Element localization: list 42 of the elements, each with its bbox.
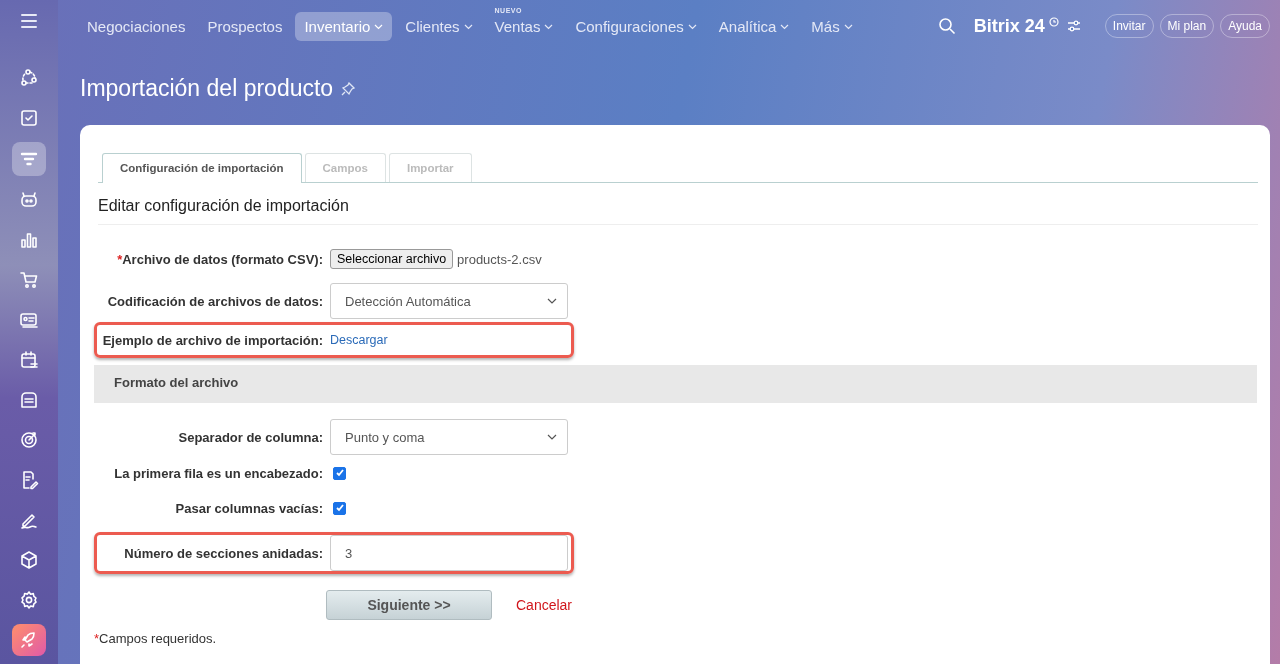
sliders-icon[interactable] xyxy=(1066,20,1081,32)
checkbox[interactable] xyxy=(333,466,346,480)
select-field[interactable]: Punto y coma xyxy=(330,419,568,455)
field-label: *Archivo de datos (formato CSV): xyxy=(116,251,324,267)
cancel-link[interactable]: Cancelar xyxy=(516,597,573,613)
download-link[interactable]: Descargar xyxy=(330,333,388,347)
funnel-icon[interactable] xyxy=(12,142,46,176)
nav-tab[interactable]: Analítica xyxy=(709,11,799,41)
nav-tab[interactable]: Inventario xyxy=(295,11,393,41)
nav-tab[interactable]: Más xyxy=(802,11,862,41)
checkbox[interactable] xyxy=(333,501,346,515)
header-button[interactable]: Ayuda xyxy=(1220,14,1270,38)
logo-text[interactable]: Bitrix 24 xyxy=(973,15,1045,37)
field-label: Pasar columnas vacías: xyxy=(174,500,324,516)
form-tab[interactable]: Importar xyxy=(388,153,472,182)
nav-tab[interactable]: Clientes xyxy=(396,11,482,41)
choose-file-button[interactable]: Seleccionar archivo xyxy=(330,249,454,269)
field-label: La primera fila es un encabezado: xyxy=(113,465,324,481)
form-tab[interactable]: Configuración de importación xyxy=(102,153,302,183)
section-header: Formato del archivo xyxy=(94,365,1257,403)
clock-icon xyxy=(1048,17,1059,27)
section-title: Editar configuración de importación xyxy=(98,183,1258,225)
footnote: *Campos requeridos. xyxy=(94,631,218,646)
pin-icon[interactable] xyxy=(341,81,356,96)
page-title: Importación del producto xyxy=(80,75,334,102)
field-label: Codificación de archivos de datos: xyxy=(106,293,324,309)
nav-tab[interactable]: Configuraciones xyxy=(566,11,706,41)
nav-tab[interactable]: Negociaciones xyxy=(78,11,195,41)
select-field[interactable]: Detección Automática xyxy=(330,283,568,319)
field-label: Número de secciones anidadas: xyxy=(123,545,324,561)
field-label: Separador de columna: xyxy=(177,429,324,445)
search-icon[interactable] xyxy=(937,17,956,35)
field-label: Ejemplo de archivo de importación: xyxy=(101,332,324,348)
file-name: products-2.csv xyxy=(457,251,542,267)
caret-icon xyxy=(547,434,557,440)
next-button[interactable]: Siguiente >> xyxy=(326,590,492,620)
rocket-icon[interactable] xyxy=(12,624,46,656)
form-tab[interactable]: Campos xyxy=(304,153,386,182)
menu-icon[interactable] xyxy=(21,14,37,28)
nav-tab[interactable]: Prospectos xyxy=(198,11,292,41)
input-field[interactable]: 3 xyxy=(330,535,568,571)
caret-icon xyxy=(547,298,557,304)
